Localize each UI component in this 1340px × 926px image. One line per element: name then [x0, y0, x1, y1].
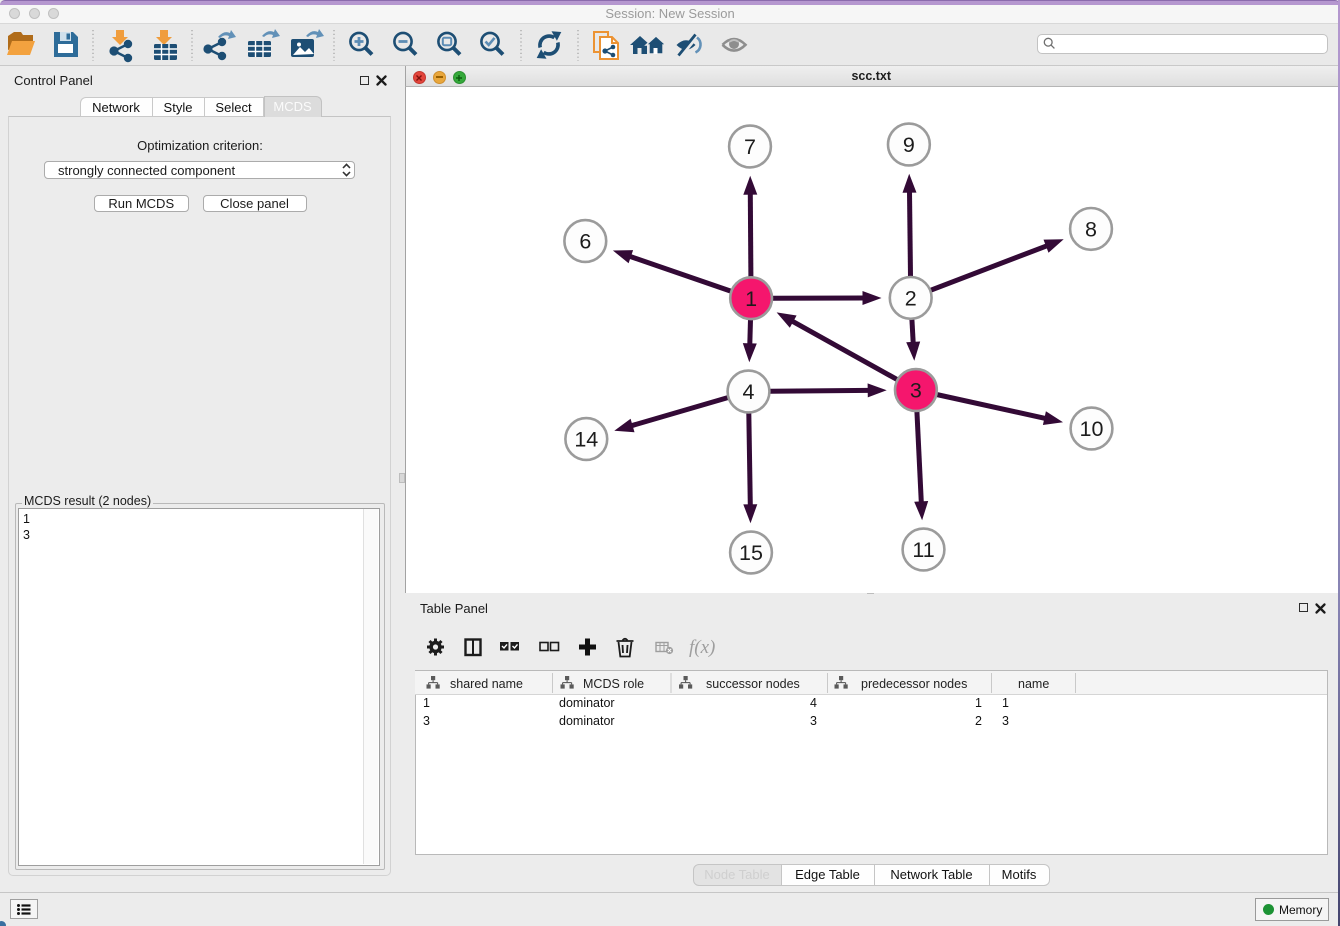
- svg-text:7: 7: [744, 135, 756, 159]
- svg-text:3: 3: [909, 378, 921, 402]
- svg-text:9: 9: [902, 133, 914, 157]
- svg-text:11: 11: [912, 538, 934, 562]
- svg-text:f(x): f(x): [689, 637, 715, 658]
- svg-text:14: 14: [574, 427, 598, 451]
- svg-text:15: 15: [739, 541, 763, 565]
- svg-text:8: 8: [1085, 217, 1097, 241]
- svg-text:4: 4: [742, 380, 754, 404]
- svg-text:1: 1: [745, 286, 757, 310]
- svg-text:2: 2: [904, 286, 916, 310]
- svg-text:10: 10: [1079, 417, 1103, 441]
- svg-text:6: 6: [579, 229, 591, 253]
